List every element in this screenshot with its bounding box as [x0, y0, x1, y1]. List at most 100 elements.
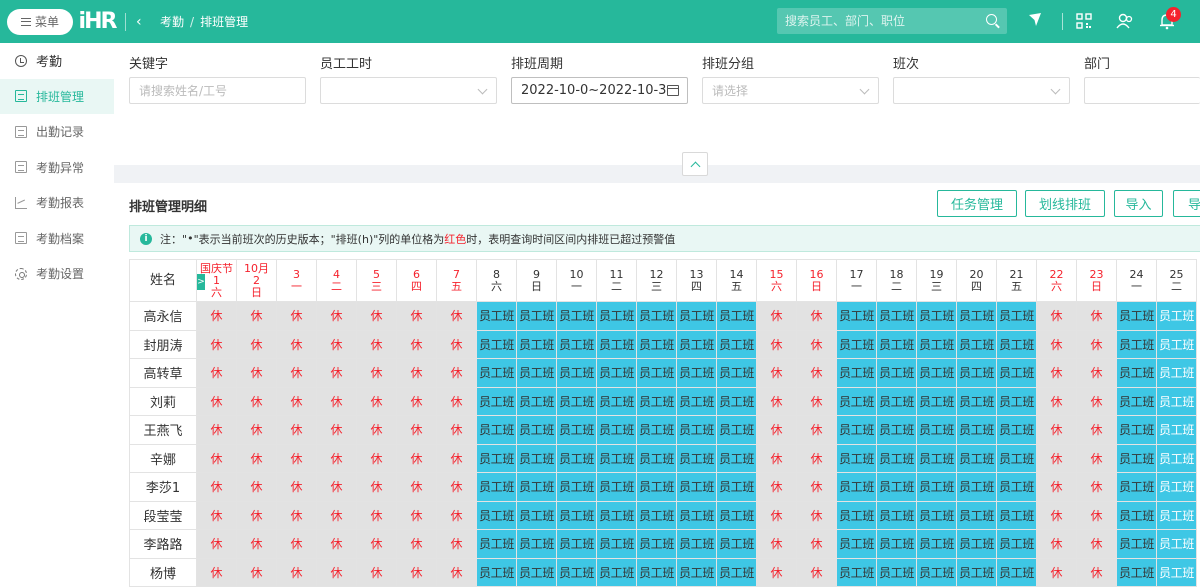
shift-cell[interactable]: 员工班: [876, 443, 917, 473]
shift-cell[interactable]: 员工班: [516, 386, 557, 416]
rest-cell[interactable]: 休: [276, 415, 317, 445]
shift-cell[interactable]: 员工班: [716, 301, 757, 331]
shift-cell[interactable]: 员工班: [716, 500, 757, 530]
sidebar-item-attendance[interactable]: 考勤: [0, 43, 114, 79]
shift-cell[interactable]: 员工班: [996, 301, 1037, 331]
rest-cell[interactable]: 休: [356, 443, 397, 473]
day-header[interactable]: 14 五: [716, 259, 757, 302]
rest-cell[interactable]: 休: [1036, 386, 1077, 416]
shift-cell[interactable]: 员工班: [956, 443, 997, 473]
day-header[interactable]: 8六: [476, 259, 517, 302]
shift-cell[interactable]: 员工班: [876, 301, 917, 331]
import-button[interactable]: 导入: [1114, 190, 1163, 217]
rest-cell[interactable]: 休: [356, 386, 397, 416]
shift-cell[interactable]: 员工班: [556, 301, 597, 331]
shift-cell[interactable]: 员工班: [476, 386, 517, 416]
shift-cell[interactable]: 员工班: [556, 529, 597, 559]
shift-cell[interactable]: 员工班: [596, 557, 637, 587]
rest-cell[interactable]: 休: [236, 443, 277, 473]
shift-cell[interactable]: 员工班: [556, 472, 597, 502]
shift-cell[interactable]: 员工班: [556, 329, 597, 359]
day-header[interactable]: 13 四: [676, 259, 717, 302]
shift-cell[interactable]: 员工班: [516, 529, 557, 559]
shift-cell[interactable]: 员工班: [636, 472, 677, 502]
rest-cell[interactable]: 休: [1076, 557, 1117, 587]
rest-cell[interactable]: 休: [316, 500, 357, 530]
shift-cell[interactable]: 员工班: [636, 415, 677, 445]
day-header[interactable]: 17 一: [836, 259, 877, 302]
shift-cell[interactable]: 员工班: [996, 358, 1037, 388]
rest-cell[interactable]: 休: [796, 415, 837, 445]
search-input[interactable]: [785, 14, 975, 28]
rest-cell[interactable]: 休: [316, 386, 357, 416]
shift-cell[interactable]: 员工班: [596, 415, 637, 445]
shift-cell[interactable]: 员工班: [916, 500, 957, 530]
shift-cell[interactable]: 员工班: [916, 529, 957, 559]
rest-cell[interactable]: 休: [1036, 301, 1077, 331]
shift-cell[interactable]: 员工班: [636, 329, 677, 359]
rest-cell[interactable]: 休: [1076, 358, 1117, 388]
cursor-pointer-icon[interactable]: [1028, 12, 1042, 28]
shift-cell[interactable]: 员工班: [676, 329, 717, 359]
shift-cell[interactable]: 员工班: [876, 386, 917, 416]
shift-cell[interactable]: 员工班: [996, 500, 1037, 530]
shift-cell[interactable]: 员工班: [996, 329, 1037, 359]
shift-cell[interactable]: 员工班: [956, 386, 997, 416]
shift-cell[interactable]: 员工班: [916, 301, 957, 331]
day-header[interactable]: 16 日: [796, 259, 837, 302]
search-icon[interactable]: [986, 14, 997, 25]
shift-cell[interactable]: 员工班: [556, 500, 597, 530]
rest-cell[interactable]: 休: [436, 386, 477, 416]
rest-cell[interactable]: 休: [756, 329, 797, 359]
shift-cell[interactable]: 员工班: [596, 500, 637, 530]
department-select[interactable]: [1084, 77, 1200, 104]
rest-cell[interactable]: 休: [436, 301, 477, 331]
rest-cell[interactable]: 休: [316, 557, 357, 587]
shift-cell[interactable]: 员工班: [956, 557, 997, 587]
rest-cell[interactable]: 休: [796, 301, 837, 331]
shift-cell[interactable]: 员工班: [956, 329, 997, 359]
shift-cell[interactable]: 员工班: [1156, 329, 1197, 359]
rest-cell[interactable]: 休: [316, 415, 357, 445]
rest-cell[interactable]: 休: [396, 329, 437, 359]
rest-cell[interactable]: 休: [796, 329, 837, 359]
sidebar-item-records[interactable]: 出勤记录: [0, 114, 114, 150]
shift-cell[interactable]: 员工班: [636, 500, 677, 530]
shift-cell[interactable]: 员工班: [676, 529, 717, 559]
rest-cell[interactable]: 休: [316, 443, 357, 473]
sidebar-item-settings[interactable]: 考勤设置: [0, 256, 114, 292]
rest-cell[interactable]: 休: [756, 529, 797, 559]
sidebar-item-archives[interactable]: 考勤档案: [0, 221, 114, 257]
rest-cell[interactable]: 休: [236, 358, 277, 388]
shift-cell[interactable]: 员工班: [876, 358, 917, 388]
shift-cell[interactable]: 员工班: [836, 472, 877, 502]
day-header[interactable]: 11 二: [596, 259, 637, 302]
rest-cell[interactable]: 休: [1076, 301, 1117, 331]
rest-cell[interactable]: 休: [796, 529, 837, 559]
rest-cell[interactable]: 休: [756, 386, 797, 416]
menu-button[interactable]: 菜单: [7, 8, 73, 35]
shift-cell[interactable]: 员工班: [1156, 443, 1197, 473]
shift-cell[interactable]: 员工班: [516, 472, 557, 502]
shift-cell[interactable]: 员工班: [1156, 415, 1197, 445]
rest-cell[interactable]: 休: [1036, 415, 1077, 445]
shift-cell[interactable]: 员工班: [1116, 443, 1157, 473]
rest-cell[interactable]: 休: [1076, 443, 1117, 473]
rest-cell[interactable]: 休: [796, 472, 837, 502]
shift-cell[interactable]: 员工班: [716, 557, 757, 587]
employee-name[interactable]: 杨博: [129, 557, 197, 587]
shift-cell[interactable]: 员工班: [836, 529, 877, 559]
day-header[interactable]: 10 一: [556, 259, 597, 302]
rest-cell[interactable]: 休: [356, 329, 397, 359]
shift-cell[interactable]: 员工班: [676, 472, 717, 502]
shift-cell[interactable]: 员工班: [1116, 358, 1157, 388]
rest-cell[interactable]: 休: [236, 301, 277, 331]
shift-cell[interactable]: 员工班: [1116, 415, 1157, 445]
rest-cell[interactable]: 休: [356, 472, 397, 502]
day-header[interactable]: 3一: [276, 259, 317, 302]
rest-cell[interactable]: 休: [436, 500, 477, 530]
shift-cell[interactable]: 员工班: [556, 415, 597, 445]
shift-select[interactable]: [893, 77, 1070, 104]
shift-cell[interactable]: 员工班: [716, 358, 757, 388]
rest-cell[interactable]: 休: [236, 529, 277, 559]
